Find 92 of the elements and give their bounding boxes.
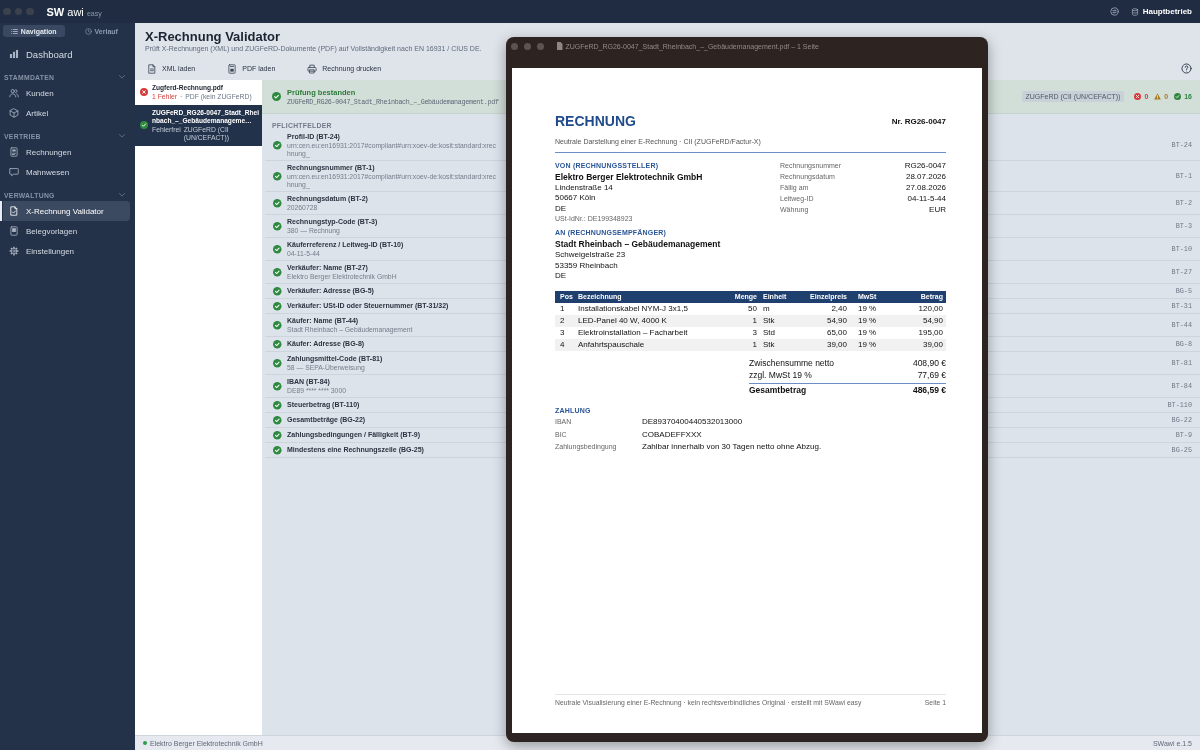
meta-value: 27.08.2026: [905, 183, 946, 192]
table-cell: 2,40: [796, 302, 850, 315]
bar-chart-icon: [9, 49, 19, 59]
nav-item[interactable]: X-Rechnung Validator: [0, 201, 130, 221]
window-minimize-button[interactable]: [14, 7, 22, 16]
table-cell: 54,90: [796, 314, 850, 327]
database-icon: [1130, 7, 1139, 16]
chevron-down-icon[interactable]: [119, 134, 125, 138]
check-icon: [1174, 93, 1182, 100]
table-cell: 65,00: [796, 326, 850, 339]
page-title: X-Rechnung Validator: [145, 29, 281, 45]
document-icon: [557, 42, 563, 50]
total-label: zzgl. MwSt 19 %: [749, 369, 812, 380]
table-cell: 2: [555, 314, 575, 327]
speech-bubble-icon: [9, 167, 19, 177]
table-cell: 1: [726, 338, 760, 351]
meta-value: EUR: [929, 205, 946, 214]
receipt-icon: [9, 147, 19, 157]
chevron-down-icon[interactable]: [119, 75, 125, 79]
window-zoom-button[interactable]: [26, 7, 34, 16]
total-value: 77,69 €: [917, 369, 946, 380]
list-icon: [10, 27, 18, 35]
table-cell: 1: [726, 314, 760, 327]
total-value: 486,59 €: [912, 384, 946, 395]
table-cell: 39,00: [890, 338, 946, 351]
nav-item[interactable]: Dashboard: [0, 44, 130, 64]
table-cell: 120,00: [890, 302, 946, 315]
window-minimize-button[interactable]: [524, 42, 531, 50]
company-name: Elektro Berger Elektrotechnik GmbH: [555, 171, 703, 183]
table-cell: Stk: [760, 338, 796, 351]
nav-item[interactable]: Artikel: [0, 103, 130, 123]
total-label: Zwischensumme netto: [749, 357, 835, 368]
payment-value: DE89370400440532013000: [642, 417, 743, 427]
table-cell: 19 %: [850, 302, 890, 315]
nav-item[interactable]: Rechnungen: [0, 142, 130, 162]
settings-icon: [9, 246, 19, 256]
table-cell: 19 %: [850, 326, 890, 339]
payment-value: COBADEFFXXX: [642, 429, 702, 439]
document-icon: [147, 63, 157, 74]
table-cell: 3: [726, 326, 760, 339]
table-cell: 3: [555, 326, 575, 339]
table-cell: Installationskabel NYM-J 3x1,5: [575, 302, 726, 315]
nav-item[interactable]: Belegvorlagen: [0, 221, 130, 241]
window-zoom-button[interactable]: [537, 42, 544, 50]
total-value: 408,90 €: [912, 357, 946, 368]
table-cell: 50: [726, 302, 760, 315]
invoice-title: RECHNUNG: [555, 113, 636, 129]
meta-value: 04-11-5-44: [907, 194, 946, 203]
table-cell: m: [760, 302, 796, 315]
table-cell: 39,00: [796, 338, 850, 351]
page-layout-icon: [9, 226, 19, 236]
help-button[interactable]: [1181, 62, 1192, 75]
table-cell: Stk: [760, 314, 796, 327]
address-line: Schweigelstraße 23: [555, 250, 626, 261]
chevron-down-icon[interactable]: [119, 193, 125, 197]
table-cell: 1: [555, 302, 575, 315]
nav-item[interactable]: Einstellungen: [0, 241, 130, 261]
exchange-icon[interactable]: [1109, 7, 1119, 16]
window-close-button[interactable]: [511, 42, 518, 50]
address-line: DE: [555, 271, 567, 282]
table-cell: 4: [555, 338, 575, 351]
table-cell: 195,00: [890, 326, 946, 339]
window-close-button[interactable]: [3, 7, 11, 16]
table-cell: 19 %: [850, 338, 890, 351]
table-cell: Elektroinstallation – Facharbeit: [575, 326, 726, 339]
address-line: 50667 Köln: [555, 193, 596, 204]
nav-item[interactable]: Kunden: [0, 83, 130, 103]
nav-item[interactable]: Mahnwesen: [0, 162, 130, 182]
invoice-number: Nr. RG26-0047: [891, 116, 946, 126]
meta-value: RG26-0047: [904, 161, 946, 170]
payment-value: Zahlbar innerhalb von 30 Tagen netto ohne Abzug.: [642, 442, 822, 452]
clock-icon: [84, 27, 92, 35]
table-cell: LED-Panel 40 W, 4000 K: [575, 314, 726, 327]
image-document-icon: [227, 63, 238, 74]
cube-icon: [9, 108, 19, 118]
address-line: Lindenstraße 14: [555, 182, 613, 193]
table-cell: 19 %: [850, 314, 890, 327]
total-label: Gesamtbetrag: [749, 384, 807, 395]
printer-icon: [307, 63, 318, 74]
table-cell: 54,90: [890, 314, 946, 327]
help-icon: [1181, 63, 1192, 74]
warning-icon: [1154, 93, 1162, 100]
company-switcher[interactable]: Hauptbetrieb: [1130, 4, 1192, 19]
address-line: 53359 Rheinbach: [555, 260, 618, 271]
document-check-icon: [9, 206, 19, 216]
table-cell: Std: [760, 326, 796, 339]
address-line: DE: [555, 203, 567, 214]
table-cell: Anfahrtspauschale: [575, 338, 726, 351]
error-icon: [1134, 93, 1142, 100]
users-icon: [9, 88, 19, 98]
meta-value: 28.07.2026: [905, 172, 946, 181]
company-name: Stadt Rheinbach – Gebäudemanagement: [555, 239, 721, 250]
